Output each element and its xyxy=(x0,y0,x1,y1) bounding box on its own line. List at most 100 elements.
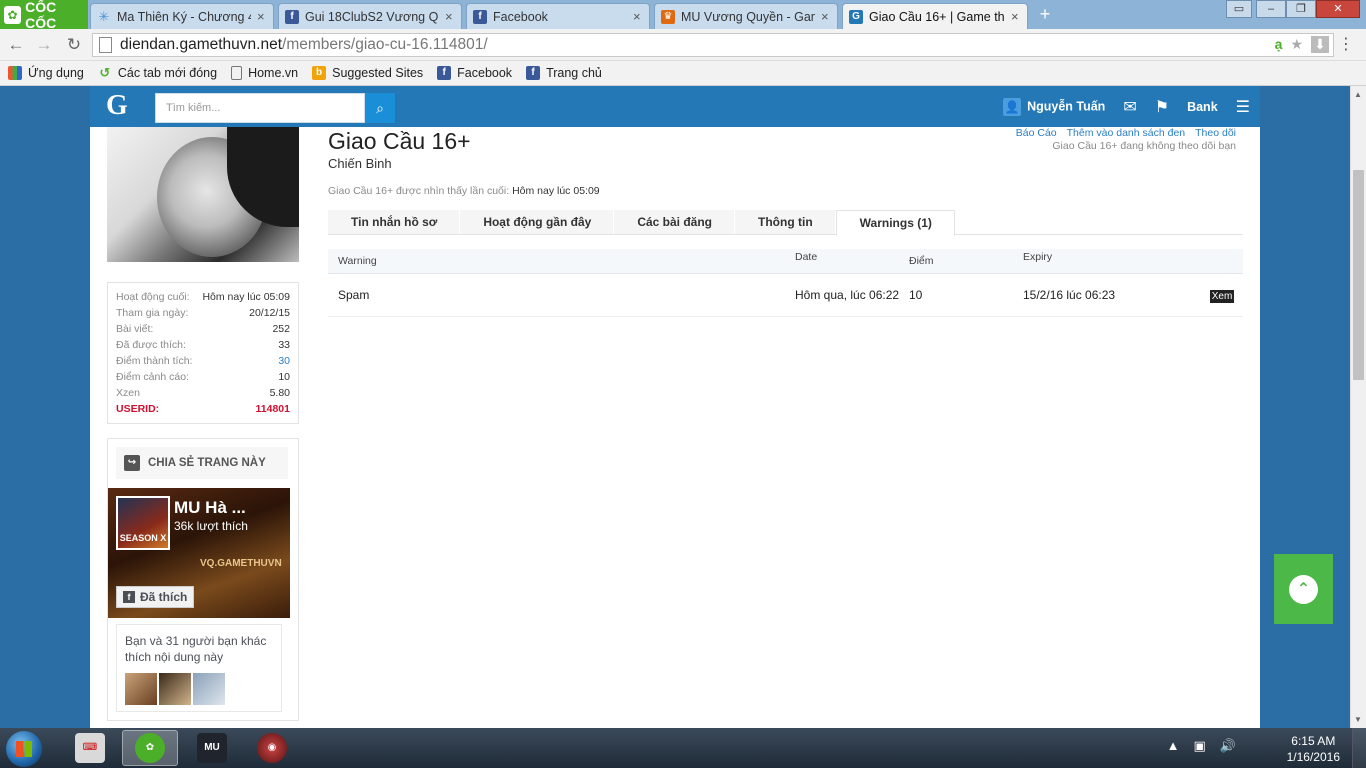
profile-avatar[interactable] xyxy=(107,127,299,262)
inbox-icon[interactable]: ✉ xyxy=(1123,97,1136,117)
browser-tab-2[interactable]: f Gui 18ClubS2 Vương Quyề × xyxy=(278,3,462,29)
close-tab-icon[interactable]: × xyxy=(445,9,455,24)
fb-liked-label: Đã thích xyxy=(140,590,188,604)
profile-sidebar: Hoạt động cuối: Hôm nay lúc 05:09 Tham gi… xyxy=(107,127,299,721)
minimize-button[interactable]: – xyxy=(1256,0,1286,18)
fb-page-thumbnail[interactable]: SEASON X xyxy=(116,496,170,550)
scrollbar-thumb[interactable] xyxy=(1353,170,1364,380)
tab-postings[interactable]: Các bài đăng xyxy=(614,210,735,234)
scroll-down-arrow-icon[interactable]: ▼ xyxy=(1354,715,1362,724)
taskbar-app-coccoc[interactable]: ✿ xyxy=(122,730,178,766)
column-header-warning: Warning xyxy=(338,255,377,267)
page-viewport: G Tìm kiếm... ⌕ 👤 Nguyễn Tuấn ✉ ⚑ Bank ☰ … xyxy=(0,86,1350,728)
scroll-up-arrow-icon[interactable]: ▲ xyxy=(1354,90,1362,99)
system-tray: ▲ ▣ 🔊 xyxy=(1167,738,1236,754)
profile-main: Giao Cầu 16+ Chiến Binh Giao Cầu 16+ đượ… xyxy=(328,127,1243,317)
tab-profile-posts[interactable]: Tin nhắn hồ sơ xyxy=(328,210,461,234)
fb-page-name[interactable]: MU Hà ... xyxy=(174,498,246,518)
close-tab-icon[interactable]: × xyxy=(1011,9,1021,24)
close-window-button[interactable]: ✕ xyxy=(1316,0,1360,18)
ignore-link[interactable]: Thêm vào danh sách đen xyxy=(1067,127,1186,139)
bookmark-facebook[interactable]: f Facebook xyxy=(437,66,512,80)
browser-tab-4[interactable]: ♛ MU Vương Quyền - Game × xyxy=(654,3,838,29)
user-avatar-icon: 👤 xyxy=(1003,97,1022,116)
tab-warnings[interactable]: Warnings (1) xyxy=(835,210,955,236)
browser-tab-3[interactable]: f Facebook × xyxy=(466,3,650,29)
browser-brand[interactable]: ✿ CỐC CỐC xyxy=(0,0,88,31)
page-scrollbar[interactable]: ▲ ▼ xyxy=(1350,86,1366,728)
show-desktop-button[interactable] xyxy=(1352,728,1366,768)
alerts-flag-icon[interactable]: ⚑ xyxy=(1155,97,1169,117)
tab-recent-activity[interactable]: Hoạt động gần đây xyxy=(460,210,615,234)
new-tab-button[interactable]: + xyxy=(1036,4,1054,24)
page-icon xyxy=(231,66,243,80)
friend-avatar[interactable] xyxy=(193,673,225,705)
network-icon[interactable]: ▣ xyxy=(1194,738,1206,754)
site-logo[interactable]: G xyxy=(106,90,128,122)
taskbar-app-mu[interactable]: MU xyxy=(184,730,240,766)
browser-tab-5-active[interactable]: G Giao Cầu 16+ | Game thủ × xyxy=(842,3,1028,29)
forward-icon[interactable]: → xyxy=(34,35,54,55)
facebook-icon: f xyxy=(285,9,299,24)
bank-link[interactable]: Bank xyxy=(1187,100,1218,114)
stat-label: USERID: xyxy=(116,403,160,415)
browser-brand-label: CỐC CỐC xyxy=(25,0,57,31)
taskbar-clock[interactable]: 6:15 AM 1/16/2016 xyxy=(1287,733,1340,765)
table-row: Spam Hôm qua, lúc 06:22 10 15/2/16 lúc 0… xyxy=(328,274,1243,317)
volume-icon[interactable]: 🔊 xyxy=(1220,738,1236,754)
url-input[interactable]: diendan.gamethuvn.net/members/giao-cu-16… xyxy=(92,33,1334,57)
trophy-points-link[interactable]: 30 xyxy=(278,353,290,369)
share-icon: ↪ xyxy=(124,455,140,471)
clock-time: 6:15 AM xyxy=(1291,734,1336,748)
browser-menu-icon[interactable]: ⋮ xyxy=(1338,34,1354,54)
fb-friends-text: Bạn và 31 người bạn khác thích nội dung … xyxy=(125,634,267,664)
stat-row: Đã được thích: 33 xyxy=(116,337,290,353)
friend-avatar[interactable] xyxy=(159,673,191,705)
maximize-button[interactable]: ❐ xyxy=(1286,0,1316,18)
back-icon[interactable]: ← xyxy=(6,35,26,55)
search-icon: ⌕ xyxy=(376,100,384,116)
fb-liked-button[interactable]: f Đã thích xyxy=(116,586,195,608)
search-button[interactable]: ⌕ xyxy=(365,93,395,123)
bookmark-label: Trang chủ xyxy=(546,66,602,80)
bookmark-suggested-sites[interactable]: b Suggested Sites xyxy=(312,66,423,80)
stat-value: 33 xyxy=(278,339,290,351)
fb-friend-faces xyxy=(125,673,273,705)
bookmark-star-icon[interactable]: ★ xyxy=(1290,36,1303,53)
download-icon[interactable]: ⬇ xyxy=(1311,36,1329,53)
profile-actions: Báo Cáo Thêm vào danh sách đen Theo dõi … xyxy=(1016,127,1236,152)
taskbar-app-unikey[interactable]: ⌨ xyxy=(62,730,118,766)
browser-tab-1[interactable]: ✳ Ma Thiên Ký - Chương 42 × xyxy=(90,3,274,29)
reload-icon[interactable]: ↻ xyxy=(64,35,84,55)
close-tab-icon[interactable]: × xyxy=(257,9,267,24)
last-seen-label: Giao Cầu 16+ được nhìn thấy lần cuối: xyxy=(328,185,510,197)
stat-label: Tham gia ngày: xyxy=(116,307,189,319)
close-tab-icon[interactable]: × xyxy=(821,9,831,24)
follow-link[interactable]: Theo dõi xyxy=(1195,127,1236,139)
taskbar-app-game[interactable]: ◉ xyxy=(244,730,300,766)
start-button[interactable] xyxy=(6,731,42,767)
view-warning-button[interactable]: Xem xyxy=(1209,290,1235,303)
facebook-page-widget[interactable]: SEASON X MU Hà ... 36k lượt thích VQ.GAM… xyxy=(108,488,290,618)
stat-label: Xzen xyxy=(116,387,140,399)
menu-hamburger-icon[interactable]: ☰ xyxy=(1236,97,1250,117)
back-to-top-button[interactable]: ⌃ xyxy=(1274,554,1333,624)
search-input[interactable]: Tìm kiếm... xyxy=(155,93,365,123)
report-link[interactable]: Báo Cáo xyxy=(1016,127,1057,139)
user-account-link[interactable]: 👤 Nguyễn Tuấn xyxy=(1003,97,1105,116)
tab-information[interactable]: Thông tin xyxy=(735,210,836,234)
coccoc-typing-icon[interactable]: ạ xyxy=(1275,36,1283,53)
view-warning-cell: Xem xyxy=(1201,288,1243,303)
account-icon[interactable]: ▭ xyxy=(1226,0,1252,18)
facebook-icon: f xyxy=(473,9,487,24)
bookmark-recent-tabs[interactable]: ↺ Các tab mới đóng xyxy=(98,66,217,81)
bookmark-home-vn[interactable]: Home.vn xyxy=(231,66,298,80)
bookmark-apps[interactable]: Ứng dụng xyxy=(8,66,84,80)
snowflake-icon: ✳ xyxy=(98,8,110,24)
friend-avatar[interactable] xyxy=(125,673,157,705)
close-tab-icon[interactable]: × xyxy=(633,9,643,24)
stat-label: Điểm thành tích: xyxy=(116,355,193,367)
bookmark-trang-chu[interactable]: f Trang chủ xyxy=(526,66,602,80)
bookmark-label: Facebook xyxy=(457,66,513,80)
tray-expand-icon[interactable]: ▲ xyxy=(1167,738,1180,754)
